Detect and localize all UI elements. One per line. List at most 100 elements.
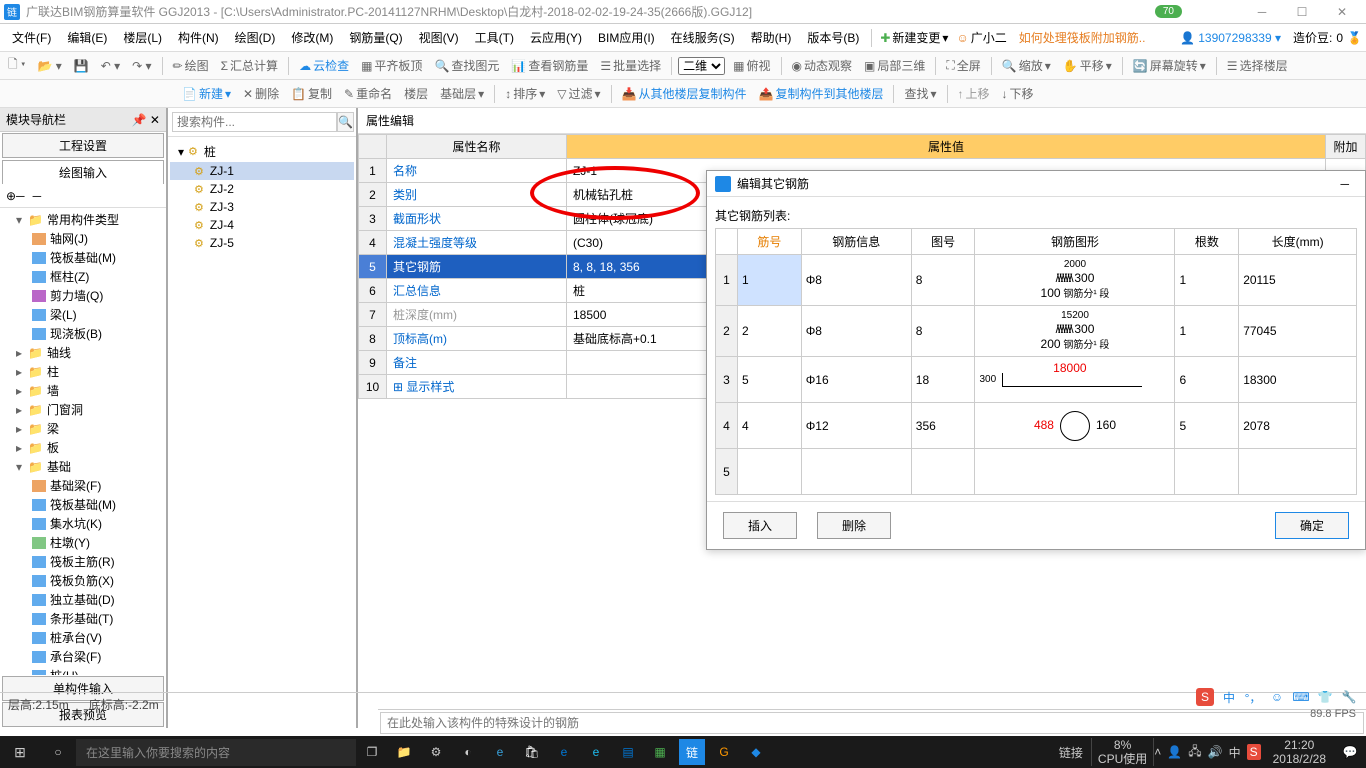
tree-node[interactable]: 基础梁(F) xyxy=(0,476,166,495)
rebar-table[interactable]: 筋号 钢筋信息 图号 钢筋图形 根数 长度(mm) 11Φ882000/\/\/… xyxy=(715,228,1357,495)
rebar-input[interactable] xyxy=(380,712,1364,734)
tree-node[interactable]: 独立基础(D) xyxy=(0,590,166,609)
tree-node[interactable]: 筏板负筋(X) xyxy=(0,571,166,590)
local3d-button[interactable]: ▣ 局部三维 xyxy=(860,55,929,76)
search-button[interactable]: 🔍 xyxy=(337,112,354,132)
rebar-row[interactable]: 5 xyxy=(716,449,1357,495)
tree-node[interactable]: 桩承台(V) xyxy=(0,628,166,647)
sogou-icon[interactable]: S xyxy=(1196,688,1214,706)
search-input[interactable] xyxy=(172,112,337,132)
undo-button[interactable]: ↶ ▾ xyxy=(97,57,124,75)
component-item[interactable]: ⚙ZJ-2 xyxy=(170,180,354,198)
keyboard-icon[interactable]: ⌨ xyxy=(1292,688,1310,706)
tree-icon[interactable]: ⊕─ xyxy=(6,189,25,203)
movedown-button[interactable]: ↓ 下移 xyxy=(998,83,1038,104)
tree-node[interactable]: ▾📁常用构件类型 xyxy=(0,210,166,229)
nav-tree[interactable]: ▾📁常用构件类型轴网(J)筏板基础(M)框柱(Z)剪力墙(Q)梁(L)现浇板(B… xyxy=(0,208,166,675)
close-button[interactable]: ✕ xyxy=(1322,5,1362,19)
menu-rebar[interactable]: 钢筋量(Q) xyxy=(341,25,410,50)
store-icon[interactable]: 🛍 xyxy=(516,736,548,768)
taskbar-search[interactable]: 在这里输入你要搜索的内容 xyxy=(76,739,356,766)
cortana-button[interactable]: ○ xyxy=(40,745,76,759)
component-list[interactable]: ▾⚙桩⚙ZJ-1⚙ZJ-2⚙ZJ-3⚙ZJ-4⚙ZJ-5 xyxy=(168,137,356,728)
tree-node[interactable]: 条形基础(T) xyxy=(0,609,166,628)
delete-button[interactable]: ✕ 删除 xyxy=(239,83,283,104)
component-item[interactable]: ⚙ZJ-4 xyxy=(170,216,354,234)
tree-node[interactable]: ▸📁门窗洞 xyxy=(0,400,166,419)
copyfrom-button[interactable]: 📥 从其他楼层复制构件 xyxy=(618,83,751,104)
find-button[interactable]: 查找 ▾ xyxy=(900,83,940,104)
pan-button[interactable]: ✋ 平移 ▾ xyxy=(1059,55,1116,76)
menu-version[interactable]: 版本号(B) xyxy=(799,25,867,50)
new-comp-button[interactable]: 📄 新建 ▾ xyxy=(178,83,235,104)
copyto-button[interactable]: 📤 复制构件到其他楼层 xyxy=(754,83,887,104)
system-tray[interactable]: ˄ 👤 🖧 🔊 中 S xyxy=(1154,742,1260,763)
sum-button[interactable]: Σ 汇总计算 xyxy=(217,55,282,76)
app-icon-2[interactable]: ◐ xyxy=(452,736,484,768)
draw-button[interactable]: ✏ 绘图 xyxy=(169,55,213,76)
ok-button[interactable]: 确定 xyxy=(1275,512,1349,539)
menu-bim[interactable]: BIM应用(I) xyxy=(590,25,663,50)
delete-row-button[interactable]: 删除 xyxy=(817,512,891,539)
link-label[interactable]: 链接 xyxy=(1051,744,1091,761)
clock[interactable]: 21:202018/2/28 xyxy=(1265,738,1334,767)
menu-help[interactable]: 帮助(H) xyxy=(743,25,800,50)
copy-button[interactable]: 📋 复制 xyxy=(287,83,336,104)
cloud-check-button[interactable]: ☁ 云检查 xyxy=(295,55,353,76)
phone-label[interactable]: 👤 13907298339 ▾ xyxy=(1180,31,1281,45)
topview-button[interactable]: ▦ 俯视 xyxy=(729,55,774,76)
component-item[interactable]: ⚙ZJ-5 xyxy=(170,234,354,252)
notifications-icon[interactable]: 💬 xyxy=(1334,736,1366,768)
glodon-icon[interactable]: 链 xyxy=(679,739,705,765)
filter-button[interactable]: ▽ 过滤 ▾ xyxy=(553,83,604,104)
tree-node[interactable]: ▸📁梁 xyxy=(0,419,166,438)
save-button[interactable]: 💾 xyxy=(70,57,93,75)
orbit-button[interactable]: ◉ 动态观察 xyxy=(788,55,857,76)
explorer-icon[interactable]: 📁 xyxy=(388,736,420,768)
tree-node[interactable]: ▸📁板 xyxy=(0,438,166,457)
menu-view[interactable]: 视图(V) xyxy=(411,25,467,50)
open-button[interactable]: 📂 ▾ xyxy=(33,57,65,75)
floor-sel[interactable]: 楼层 xyxy=(400,83,432,104)
volume-icon[interactable]: 🔊 xyxy=(1208,745,1223,759)
tree-node[interactable]: 筏板主筋(R) xyxy=(0,552,166,571)
menu-draw[interactable]: 绘图(D) xyxy=(227,25,284,50)
rebar-row[interactable]: 35Φ1618300 18000618300 xyxy=(716,357,1357,403)
tree-node[interactable]: 现浇板(B) xyxy=(0,324,166,343)
view-rebar-button[interactable]: 📊 查看钢筋量 xyxy=(507,55,592,76)
find-element-button[interactable]: 🔍 查找图元 xyxy=(430,55,503,76)
menu-tool[interactable]: 工具(T) xyxy=(467,25,522,50)
tab-draw-input[interactable]: 绘图输入 xyxy=(2,160,164,184)
new-doc-button[interactable]: 🗋 ▾ xyxy=(4,53,29,78)
tree-node[interactable]: 集水坑(K) xyxy=(0,514,166,533)
dialog-min-button[interactable]: ─ xyxy=(1332,177,1357,191)
component-item[interactable]: ⚙ZJ-1 xyxy=(170,162,354,180)
tree-node[interactable]: 桩(U) xyxy=(0,666,166,675)
align-top-button[interactable]: ▦ 平齐板顶 xyxy=(357,55,426,76)
moveup-button[interactable]: ↑ 上移 xyxy=(954,83,994,104)
menu-floor[interactable]: 楼层(L) xyxy=(115,25,170,50)
smile-icon[interactable]: ☺ xyxy=(1268,688,1286,706)
menu-edit[interactable]: 编辑(E) xyxy=(59,25,115,50)
tree-node[interactable]: 框柱(Z) xyxy=(0,267,166,286)
rebar-row[interactable]: 11Φ882000/\/\/\/\/\/\ 300100 钢筋分¹ 段12011… xyxy=(716,255,1357,306)
taskview-icon[interactable]: ❐ xyxy=(356,736,388,768)
app-icon-6[interactable]: ◆ xyxy=(740,736,772,768)
menu-cloud[interactable]: 云应用(Y) xyxy=(522,25,590,50)
punct-icon[interactable]: °， xyxy=(1244,688,1262,706)
tree-node[interactable]: ▸📁柱 xyxy=(0,362,166,381)
menu-component[interactable]: 构件(N) xyxy=(170,25,227,50)
app-icon-1[interactable]: ⚙ xyxy=(420,736,452,768)
skin-icon[interactable]: 👕 xyxy=(1316,688,1334,706)
cpu-meter[interactable]: 8%CPU使用 xyxy=(1091,738,1154,767)
tree-node[interactable]: 筏板基础(M) xyxy=(0,495,166,514)
list-icon[interactable]: ─ xyxy=(33,189,42,203)
start-button[interactable]: ⊞ xyxy=(0,744,40,761)
rebar-row[interactable]: 22Φ8815200/\/\/\/\/\/\ 300200 钢筋分¹ 段1770… xyxy=(716,306,1357,357)
component-root[interactable]: ▾⚙桩 xyxy=(170,141,354,162)
edge-icon[interactable]: e xyxy=(548,736,580,768)
tree-node[interactable]: 剪力墙(Q) xyxy=(0,286,166,305)
menu-file[interactable]: 文件(F) xyxy=(4,25,59,50)
insert-button[interactable]: 插入 xyxy=(723,512,797,539)
component-item[interactable]: ⚙ZJ-3 xyxy=(170,198,354,216)
